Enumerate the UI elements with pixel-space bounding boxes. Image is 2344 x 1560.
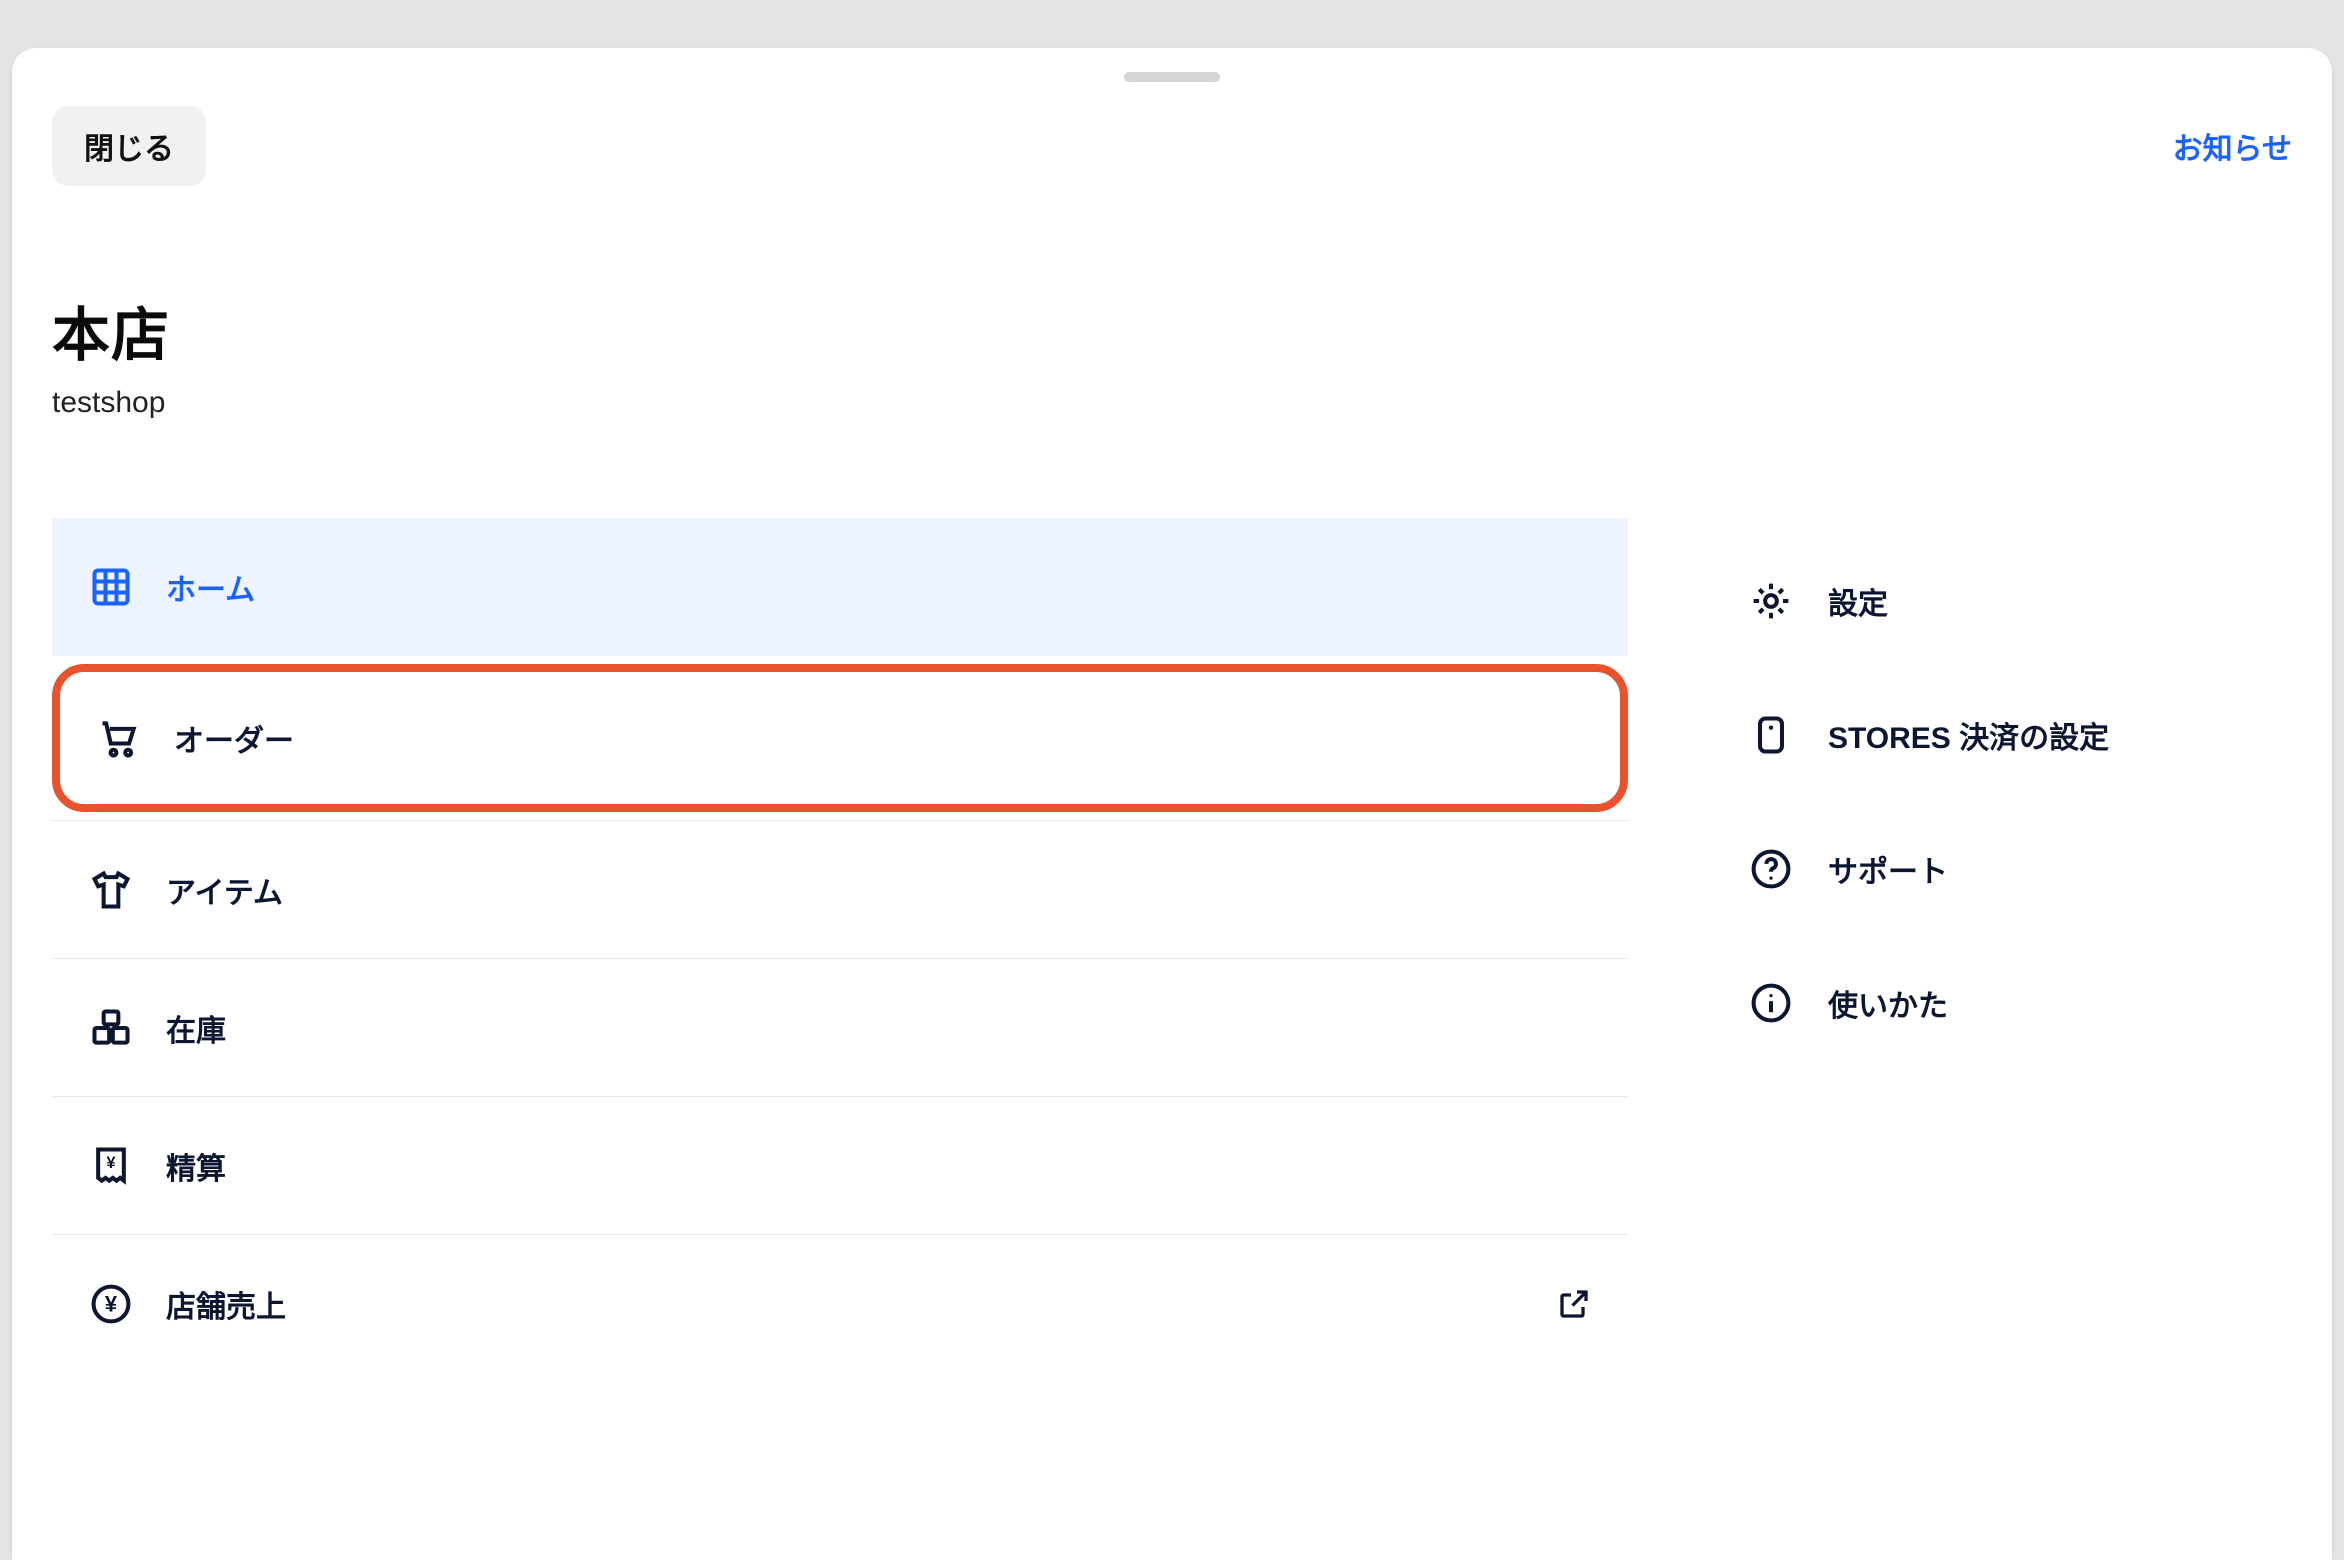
- drag-handle[interactable]: [1124, 72, 1220, 82]
- menu-item-item[interactable]: アイテム: [52, 820, 1628, 958]
- menu-label: アイテム: [166, 868, 283, 912]
- menu-item-home[interactable]: ホーム: [52, 518, 1628, 656]
- top-bar: 閉じる お知らせ: [12, 104, 2332, 188]
- menu-label: 精算: [166, 1144, 226, 1188]
- menu-item-sales[interactable]: ¥ 店舗売上: [52, 1234, 1628, 1372]
- menu-label: ホーム: [166, 565, 255, 609]
- receipt-icon: ¥: [88, 1143, 134, 1189]
- side-item-support[interactable]: サポート: [1748, 802, 2292, 936]
- menu-item-stock[interactable]: 在庫: [52, 958, 1628, 1096]
- cart-icon: [96, 715, 142, 761]
- side-menu: 設定 STORES 決済の設定 サポート: [1748, 518, 2292, 1560]
- main-menu: ホーム オーダー アイテム: [52, 518, 1628, 1560]
- side-item-settings[interactable]: 設定: [1748, 534, 2292, 668]
- side-label: サポート: [1828, 847, 1948, 891]
- close-button[interactable]: 閉じる: [52, 106, 206, 186]
- grid-icon: [88, 564, 134, 610]
- external-link-icon: [1556, 1286, 1592, 1322]
- menu-item-settlement[interactable]: ¥ 精算: [52, 1096, 1628, 1234]
- help-icon: [1748, 846, 1794, 892]
- menu-item-order[interactable]: オーダー: [52, 664, 1628, 812]
- menu-label: オーダー: [174, 716, 294, 760]
- side-label: STORES 決済の設定: [1828, 713, 2109, 757]
- side-label: 使いかた: [1828, 981, 1948, 1025]
- terminal-icon: [1748, 712, 1794, 758]
- store-header: 本店 testshop: [52, 288, 2292, 420]
- gear-icon: [1748, 578, 1794, 624]
- yen-icon: ¥: [88, 1281, 134, 1327]
- svg-text:¥: ¥: [106, 1153, 116, 1171]
- menu-label: 在庫: [166, 1006, 226, 1050]
- box-icon: [88, 1005, 134, 1051]
- notice-link[interactable]: お知らせ: [2173, 124, 2292, 168]
- side-label: 設定: [1828, 579, 1888, 623]
- side-item-howto[interactable]: 使いかた: [1748, 936, 2292, 1070]
- svg-text:¥: ¥: [105, 1291, 118, 1316]
- menu-label: 店舗売上: [166, 1282, 286, 1326]
- store-title: 本店: [52, 288, 2292, 372]
- shirt-icon: [88, 867, 134, 913]
- side-item-payment-settings[interactable]: STORES 決済の設定: [1748, 668, 2292, 802]
- info-icon: [1748, 980, 1794, 1026]
- modal-sheet: 閉じる お知らせ 本店 testshop ホーム オー: [12, 48, 2332, 1560]
- store-subtitle: testshop: [52, 386, 2292, 420]
